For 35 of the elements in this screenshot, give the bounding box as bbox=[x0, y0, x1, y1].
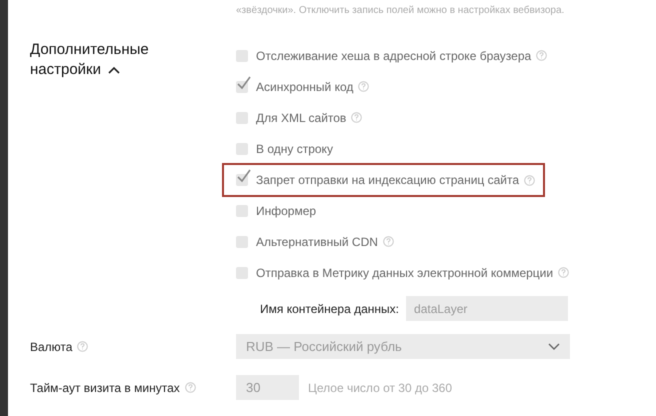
option-label: Для XML сайтов bbox=[256, 110, 346, 124]
hint-text: Целое число от 30 до 360 bbox=[308, 380, 452, 394]
check-icon bbox=[236, 76, 252, 90]
input-field[interactable]: 30 bbox=[236, 375, 299, 400]
option-label: В одну строку bbox=[256, 142, 333, 156]
section-toggle[interactable]: Дополнительные настройки bbox=[30, 40, 180, 80]
hint-text: «звёздочки». Отключить запись полей можно в настройках вебвизора. bbox=[236, 5, 564, 16]
help-icon[interactable] bbox=[558, 267, 570, 278]
help-icon[interactable] bbox=[184, 382, 196, 393]
field-label: Имя контейнера данных: bbox=[260, 302, 400, 316]
chevron-icon bbox=[548, 342, 560, 350]
checkbox[interactable] bbox=[236, 236, 248, 248]
field-label: Валюта bbox=[30, 340, 72, 354]
help-icon[interactable] bbox=[382, 236, 394, 247]
check-icon bbox=[236, 169, 252, 183]
option-label: Отслеживание хеша в адресной строке браузера bbox=[256, 48, 532, 62]
chevron-icon bbox=[108, 66, 120, 74]
option-label: Альтернативный CDN bbox=[256, 234, 378, 248]
checkbox[interactable] bbox=[236, 204, 248, 216]
option-label: Запрет отправки на индексацию страниц сайта bbox=[256, 173, 520, 187]
checkbox[interactable] bbox=[236, 112, 248, 124]
help-icon[interactable] bbox=[524, 174, 536, 186]
input-field[interactable]: dataLayer bbox=[406, 296, 568, 321]
help-icon[interactable] bbox=[358, 81, 370, 92]
help-icon[interactable] bbox=[77, 341, 88, 352]
field-label: Тайм-аут визита в минутах bbox=[30, 380, 180, 394]
checkbox[interactable] bbox=[236, 50, 248, 62]
checkbox[interactable] bbox=[236, 142, 248, 154]
option-label: Информер bbox=[256, 204, 316, 218]
help-icon[interactable] bbox=[536, 50, 548, 61]
help-icon[interactable] bbox=[351, 112, 362, 123]
checkbox[interactable] bbox=[236, 266, 248, 278]
option-label: Отправка в Метрику данных электронной коммерции bbox=[256, 266, 554, 280]
currency-select[interactable]: RUB — Российский рубль bbox=[236, 334, 570, 359]
option-label: Асинхронный код bbox=[256, 80, 354, 94]
